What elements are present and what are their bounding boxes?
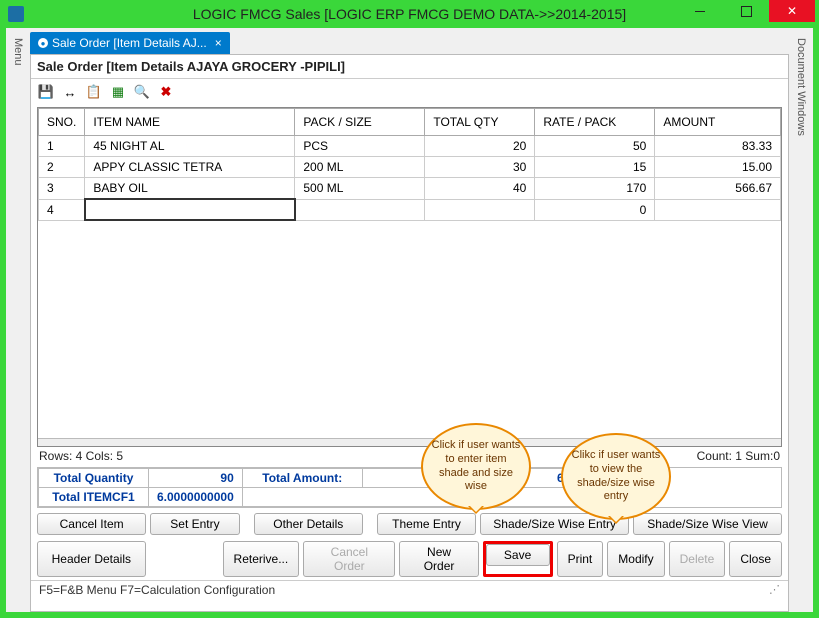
total-itemcf1-label: Total ITEMCF1 [39,488,149,507]
table-row[interactable]: 3 BABY OIL 500 ML 40 170 566.67 [39,178,781,200]
save-button[interactable]: Save [486,544,550,566]
minimize-button[interactable] [677,0,723,22]
other-details-button[interactable]: Other Details [254,513,363,535]
menu-side-tab[interactable]: Menu [8,38,28,69]
button-row-2: Header Details Reterive... Cancel Order … [31,538,788,580]
new-order-button[interactable]: New Order [399,541,478,577]
table-row[interactable]: 1 45 NIGHT AL PCS 20 50 83.33 [39,136,781,157]
grid-horizontal-scrollbar[interactable] [38,438,781,446]
active-cell[interactable] [85,199,295,220]
close-button[interactable]: Close [729,541,782,577]
excel-icon[interactable]: ▦ [109,83,127,101]
modify-button[interactable]: Modify [607,541,664,577]
item-grid[interactable]: SNO. ITEM NAME PACK / SIZE TOTAL QTY RAT… [37,107,782,447]
delete-button: Delete [669,541,726,577]
col-pack-size[interactable]: PACK / SIZE [295,109,425,136]
search-icon[interactable]: 🔍 [133,83,151,101]
mdi-tab-sale-order[interactable]: ● Sale Order [Item Details AJ... × [30,32,230,54]
set-entry-button[interactable]: Set Entry [150,513,239,535]
total-amount-value-1: 665.00 [362,469,482,488]
table-row[interactable]: 2 APPY CLASSIC TETRA 200 ML 30 15 15.00 [39,157,781,178]
counter-row: Rows: 4 Cols: 5 Count: 1 Sum:0 [31,447,788,465]
save-highlight-frame: Save [483,541,553,577]
print-button[interactable]: Print [557,541,604,577]
grid-header-row: SNO. ITEM NAME PACK / SIZE TOTAL QTY RAT… [39,109,781,136]
header-details-button[interactable]: Header Details [37,541,146,577]
mdi-tab-label: Sale Order [Item Details AJ... [52,36,207,50]
status-bar: F5=F&B Menu F7=Calculation Configuration… [31,580,788,599]
button-row-1: Cancel Item Set Entry Other Details Them… [31,510,788,538]
fit-width-icon[interactable]: ↔ [61,83,79,101]
table-row[interactable]: 4 0 [39,199,781,220]
maximize-button[interactable] [723,0,769,22]
client-area: Menu Document Windows ● Sale Order [Item… [6,28,813,612]
mdi-tab-close-icon[interactable]: × [215,36,222,50]
delete-icon[interactable]: ✖ [157,83,175,101]
col-amount[interactable]: AMOUNT [655,109,781,136]
cancel-order-button: Cancel Order [303,541,395,577]
toolbar: 💾 ↔ 📋 ▦ 🔍 ✖ [31,79,788,105]
count-sum-counter: Count: 1 Sum:0 [697,449,780,463]
resize-grip-icon[interactable]: ⋰ [769,583,780,597]
form-header: Sale Order [Item Details AJAYA GROCERY -… [31,55,788,79]
rows-cols-counter: Rows: 4 Cols: 5 [39,449,123,463]
total-quantity-label: Total Quantity [39,469,149,488]
col-sno[interactable]: SNO. [39,109,85,136]
theme-entry-button[interactable]: Theme Entry [377,513,476,535]
status-text: F5=F&B Menu F7=Calculation Configuration [39,583,275,597]
col-total-qty[interactable]: TOTAL QTY [425,109,535,136]
total-quantity-value: 90 [149,469,243,488]
total-amount-label: Total Amount: [242,469,362,488]
total-itemcf1-value: 6.0000000000 [149,488,243,507]
mdi-tab-strip: ● Sale Order [Item Details AJ... × [30,32,230,54]
totals-panel: Total Quantity 90 Total Amount: 665.00 6… [37,467,782,508]
reterive-button[interactable]: Reterive... [223,541,300,577]
work-area: Sale Order [Item Details AJAYA GROCERY -… [30,54,789,612]
window-controls [677,0,815,22]
col-item-name[interactable]: ITEM NAME [85,109,295,136]
col-rate-pack[interactable]: RATE / PACK [535,109,655,136]
shade-size-view-button[interactable]: Shade/Size Wise View [633,513,782,535]
total-amount-value-2: 665.00 [482,469,602,488]
document-windows-side-tab[interactable]: Document Windows [791,38,811,139]
tab-doc-icon: ● [38,38,48,48]
copy-icon[interactable]: 📋 [85,83,103,101]
close-window-button[interactable] [769,0,815,22]
cancel-item-button[interactable]: Cancel Item [37,513,146,535]
save-icon[interactable]: 💾 [37,83,55,101]
shade-size-entry-button[interactable]: Shade/Size Wise Entry [480,513,629,535]
